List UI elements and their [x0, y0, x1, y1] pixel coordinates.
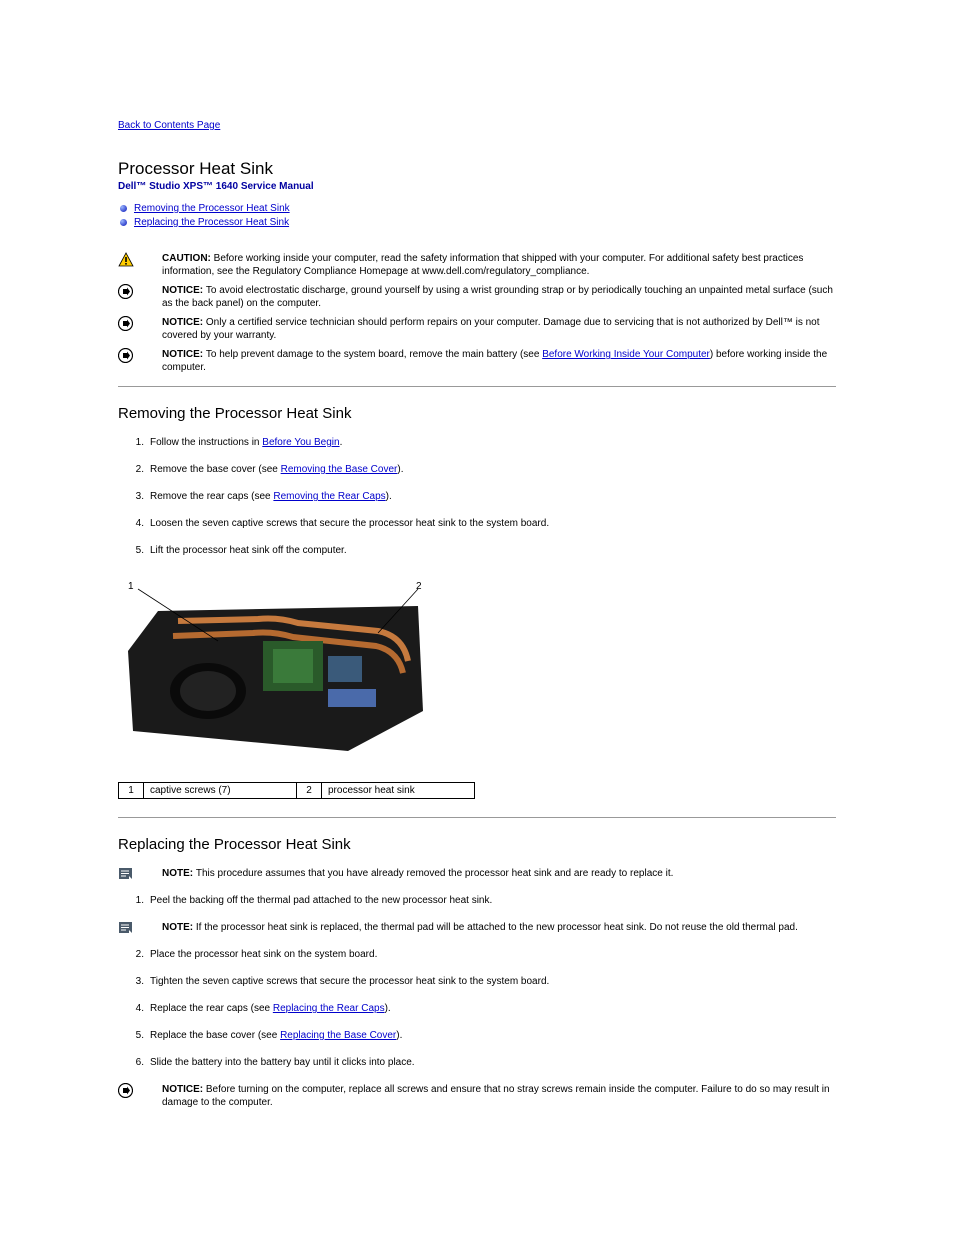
- remove-step-1: Follow the instructions in Before You Be…: [118, 436, 836, 449]
- note2-text: If the processor heat sink is replaced, …: [196, 922, 798, 933]
- remove-heading: Removing the Processor Heat Sink: [118, 405, 836, 422]
- caution-label: CAUTION:: [162, 253, 214, 264]
- toc-replace-link[interactable]: Replacing the Processor Heat Sink: [134, 217, 289, 228]
- callout-legend-table: 1 captive screws (7) 2 processor heat si…: [118, 782, 475, 799]
- notice-replace-screws: NOTICE: Before turning on the computer, …: [118, 1083, 836, 1109]
- legend-label-2: processor heat sink: [322, 783, 475, 799]
- page-title: Processor Heat Sink: [118, 159, 836, 179]
- notice-icon: [118, 1083, 146, 1098]
- before-working-link[interactable]: Before Working Inside Your Computer: [542, 349, 710, 360]
- notice2-text: Only a certified service technician shou…: [162, 317, 820, 341]
- notice-icon: [118, 348, 146, 363]
- note1-text: This procedure assumes that you have alr…: [196, 868, 673, 879]
- remove-step-3: Remove the rear caps (see Removing the R…: [118, 490, 836, 503]
- notice-icon: [118, 316, 146, 331]
- replace-step-1: 1.Peel the backing off the thermal pad a…: [118, 894, 836, 907]
- caution-notice: CAUTION: Before working inside your comp…: [118, 252, 836, 278]
- removing-rear-caps-link[interactable]: Removing the Rear Caps: [273, 491, 385, 502]
- divider: [118, 386, 836, 387]
- remove-step-5: Lift the processor heat sink off the com…: [118, 544, 836, 557]
- notice1-text: To avoid electrostatic discharge, ground…: [162, 285, 833, 309]
- notice-icon: [118, 284, 146, 299]
- replacing-rear-caps-link[interactable]: Replacing the Rear Caps: [273, 1003, 385, 1014]
- replace-heading: Replacing the Processor Heat Sink: [118, 836, 836, 853]
- replace-notice-text: Before turning on the computer, replace …: [162, 1084, 830, 1108]
- caution-text: Before working inside your computer, rea…: [162, 253, 803, 277]
- note2-label: NOTE:: [162, 922, 196, 933]
- notice3-label: NOTICE:: [162, 349, 206, 360]
- replace-step-3: 3.Tighten the seven captive screws that …: [118, 975, 836, 988]
- callout-1: 1: [128, 581, 134, 592]
- legend-num-2: 2: [297, 783, 322, 799]
- replacing-base-cover-link[interactable]: Replacing the Base Cover: [280, 1030, 396, 1041]
- note-thermalpad: NOTE: If the processor heat sink is repl…: [118, 921, 836, 934]
- toc-remove-link[interactable]: Removing the Processor Heat Sink: [134, 203, 290, 214]
- replace-step-6: 6.Slide the battery into the battery bay…: [118, 1056, 836, 1069]
- removing-base-cover-link[interactable]: Removing the Base Cover: [281, 464, 398, 475]
- replace-step-4: 4.Replace the rear caps (see Replacing t…: [118, 1002, 836, 1015]
- divider: [118, 817, 836, 818]
- note-procedure: NOTE: This procedure assumes that you ha…: [118, 867, 836, 880]
- notice1-label: NOTICE:: [162, 285, 206, 296]
- before-you-begin-link[interactable]: Before You Begin: [262, 437, 339, 448]
- heatsink-photo: 1 2: [118, 581, 428, 756]
- notice-esd: NOTICE: To avoid electrostatic discharge…: [118, 284, 836, 310]
- back-to-contents-link[interactable]: Back to Contents Page: [118, 120, 220, 131]
- notice-battery: NOTICE: To help prevent damage to the sy…: [118, 348, 836, 374]
- replace-step-2: 2.Place the processor heat sink on the s…: [118, 948, 836, 961]
- manual-title: Dell™ Studio XPS™ 1640 Service Manual: [118, 181, 836, 192]
- legend-label-1: captive screws (7): [144, 783, 297, 799]
- remove-step-4: Loosen the seven captive screws that sec…: [118, 517, 836, 530]
- replace-step-5: 5.Replace the base cover (see Replacing …: [118, 1029, 836, 1042]
- notice2-label: NOTICE:: [162, 317, 206, 328]
- note1-label: NOTE:: [162, 868, 196, 879]
- caution-icon: [118, 252, 146, 267]
- legend-num-1: 1: [119, 783, 144, 799]
- note-icon: [118, 867, 146, 880]
- callout-2: 2: [416, 581, 422, 592]
- replace-notice-label: NOTICE:: [162, 1084, 206, 1095]
- notice-service: NOTICE: Only a certified service technic…: [118, 316, 836, 342]
- remove-step-2: Remove the base cover (see Removing the …: [118, 463, 836, 476]
- notice3-pre: To help prevent damage to the system boa…: [206, 349, 542, 360]
- note-icon: [118, 921, 146, 934]
